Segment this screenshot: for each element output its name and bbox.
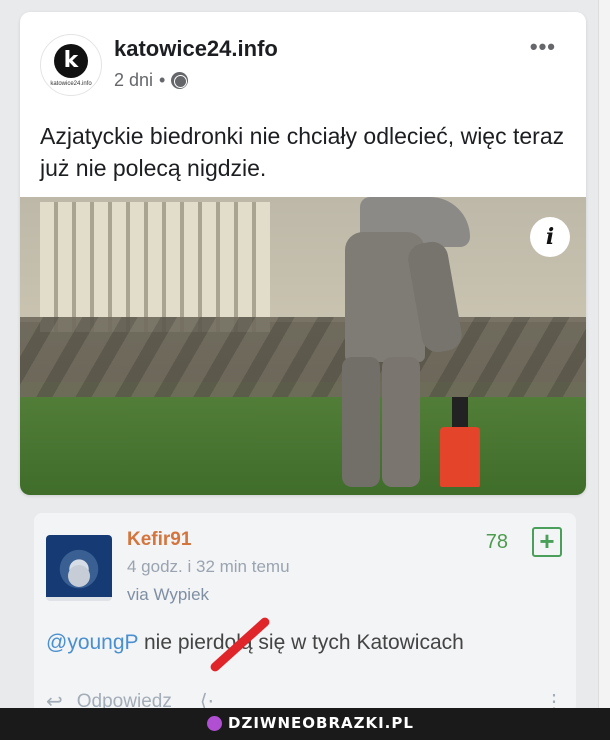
comment-via[interactable]: via Wypiek xyxy=(127,585,209,605)
comment-score: 78 xyxy=(485,531,508,553)
meta-separator: • xyxy=(159,70,166,90)
comment-card: Kefir91 4 godz. i 32 min temu via Wypiek… xyxy=(34,513,576,713)
post-time[interactable]: 2 dni xyxy=(114,70,153,91)
facebook-post-card: k katowice24.info katowice24.info 2 dni … xyxy=(20,12,586,495)
photo-wall xyxy=(20,317,586,397)
page-avatar[interactable]: k katowice24.info xyxy=(40,34,102,96)
comment-time: 4 godz. i 32 min temu xyxy=(127,557,290,576)
comment-username[interactable]: Kefir91 xyxy=(127,529,191,551)
watermark-bar: DZIWNEOBRAZKI.PL xyxy=(0,708,610,740)
brand-icon xyxy=(207,715,222,731)
post-photo[interactable]: i xyxy=(20,197,586,495)
comment-body: nie pierdolą się w tych Katowicach xyxy=(138,631,464,654)
globe-icon xyxy=(171,72,189,89)
right-scroll-strip xyxy=(598,0,610,708)
comment-mention[interactable]: @youngP xyxy=(46,631,138,654)
watermark-brand: DZIWNEOBRAZKI.PL xyxy=(207,714,414,732)
avatar[interactable] xyxy=(46,535,112,601)
info-icon[interactable]: i xyxy=(530,217,570,257)
plus-icon[interactable]: + xyxy=(532,527,562,557)
photo-sprayer xyxy=(440,397,480,487)
logo-letter: k xyxy=(54,43,88,78)
post-meta: 2 dni • xyxy=(114,70,189,91)
more-icon[interactable]: ••• xyxy=(530,34,556,60)
watermark-text: DZIWNEOBRAZKI.PL xyxy=(228,714,414,732)
logo-subtext: katowice24.info xyxy=(50,80,92,87)
page-name[interactable]: katowice24.info xyxy=(114,36,278,62)
photo-fence xyxy=(40,202,270,332)
post-text: Azjatyckie biedronki nie chciały odlecie… xyxy=(40,123,565,181)
